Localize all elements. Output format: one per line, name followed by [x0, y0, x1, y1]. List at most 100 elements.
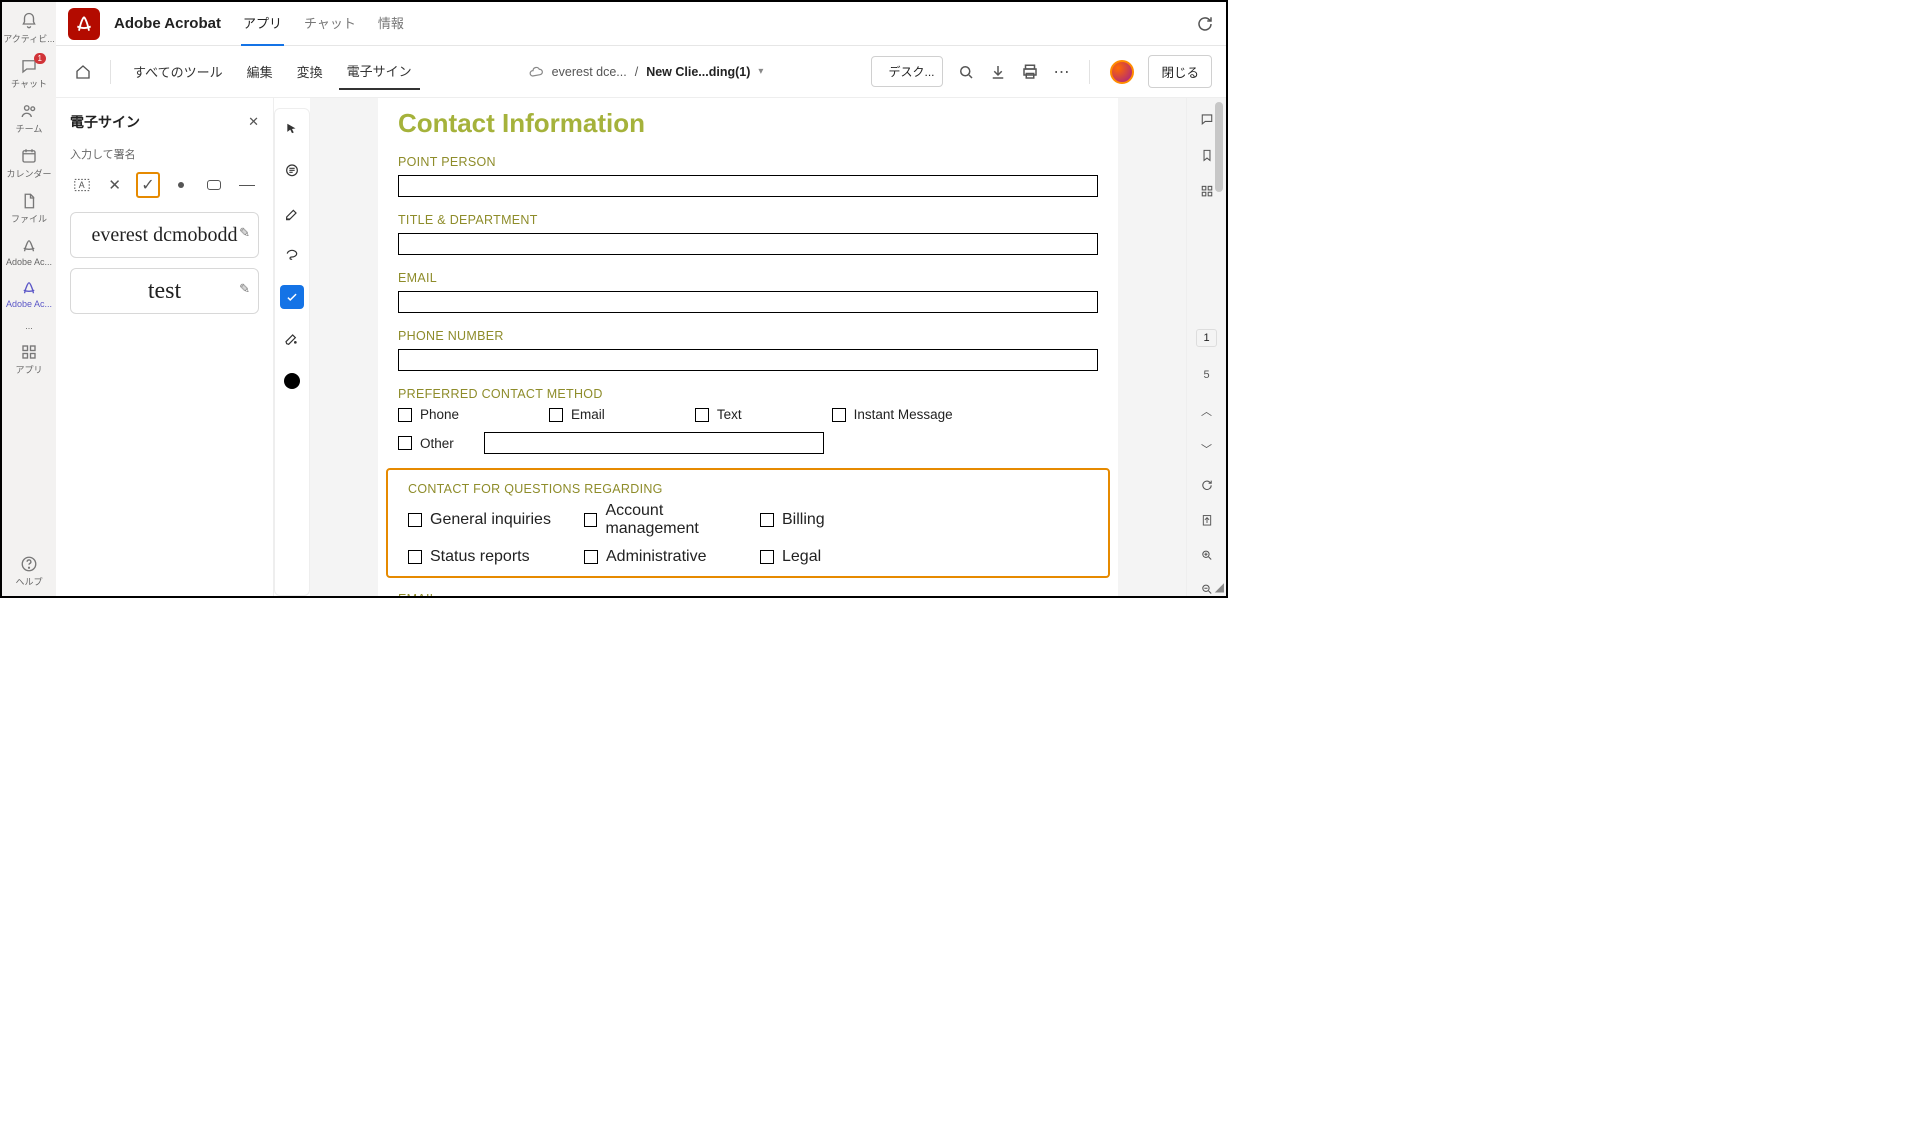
acrobat-icon [20, 279, 38, 297]
apps-icon [20, 343, 38, 361]
tool-select-icon[interactable] [280, 117, 304, 141]
rail-label: Adobe Ac... [6, 299, 52, 309]
avatar[interactable] [1110, 60, 1134, 84]
checkbox-icon [398, 408, 412, 422]
shape-textbox[interactable]: A [70, 172, 93, 198]
shape-check[interactable]: ✓ [136, 172, 160, 198]
chevron-down-icon[interactable]: ▾ [758, 66, 763, 77]
rail-teams[interactable]: チーム [2, 98, 56, 143]
checkbox-status[interactable]: Status reports [408, 548, 578, 566]
more-icon[interactable]: ⋯ [1053, 62, 1069, 82]
checkbox-email[interactable]: Email [549, 407, 605, 422]
checkbox-im[interactable]: Instant Message [832, 407, 953, 422]
field-title-dept[interactable] [398, 233, 1098, 255]
top-tabs: アプリ チャット 情報 [241, 1, 406, 46]
field-email[interactable] [398, 291, 1098, 313]
esign-title: 電子サイン [70, 112, 140, 132]
pref-row: Phone Email Text Instant Message [398, 407, 1098, 422]
field-phone[interactable] [398, 349, 1098, 371]
chevron-up-icon[interactable]: ︿ [1201, 403, 1212, 419]
checkbox-admin[interactable]: Administrative [584, 548, 754, 566]
checkbox-account[interactable]: Account management [584, 502, 754, 538]
zoom-in-icon[interactable] [1199, 549, 1215, 562]
checkbox-general[interactable]: General inquiries [408, 502, 578, 538]
canvas-scroll[interactable]: Contact Information POINT PERSON TITLE &… [310, 98, 1186, 596]
rail-calendar[interactable]: カレンダー [2, 143, 56, 188]
bookmark-icon[interactable] [1199, 148, 1215, 162]
open-desktop-button[interactable]: デスク... [871, 56, 943, 87]
checkbox-icon [398, 436, 412, 450]
cloud-icon [528, 64, 544, 80]
breadcrumb-current[interactable]: New Clie...ding(1) [646, 65, 750, 79]
chevron-down-icon[interactable]: ﹀ [1201, 441, 1212, 457]
rail-badge: 1 [34, 53, 46, 64]
field-label: TITLE & DEPARTMENT [398, 213, 1118, 227]
tool-lasso-icon[interactable] [280, 243, 304, 267]
rail-activity[interactable]: アクティビ... [2, 8, 56, 53]
shape-dot[interactable] [170, 172, 193, 198]
shape-x[interactable]: ✕ [103, 172, 126, 198]
rail-files[interactable]: ファイル [2, 188, 56, 233]
rail-acrobat-2[interactable]: Adobe Ac... [2, 275, 56, 317]
home-icon[interactable] [70, 59, 96, 85]
rotate-icon[interactable] [1199, 479, 1215, 492]
tool-comment-icon[interactable] [280, 159, 304, 183]
checkbox-text[interactable]: Text [695, 407, 742, 422]
shape-roundrect[interactable] [203, 172, 226, 198]
checkbox-icon [760, 550, 774, 564]
rail-label: ヘルプ [15, 577, 42, 587]
edit-icon[interactable]: ✎ [239, 281, 250, 297]
checkbox-billing[interactable]: Billing [760, 502, 880, 538]
checkbox-icon [695, 408, 709, 422]
tool-edit[interactable]: 編集 [239, 54, 281, 89]
signature-card-1[interactable]: everest dcmobodd ✎ [70, 212, 259, 258]
tool-convert[interactable]: 変換 [289, 54, 331, 89]
print-icon[interactable] [1021, 63, 1039, 81]
checkbox-icon [584, 550, 598, 564]
checkbox-phone[interactable]: Phone [398, 407, 459, 422]
rail-more[interactable]: ... [2, 317, 56, 339]
checkbox-legal[interactable]: Legal [760, 548, 880, 566]
checkbox-other[interactable]: Other [398, 436, 454, 451]
tab-info[interactable]: 情報 [376, 1, 406, 46]
tab-apps[interactable]: アプリ [241, 1, 284, 46]
tool-fillsign-icon[interactable] [280, 285, 304, 309]
esign-subtitle: 入力して署名 [70, 146, 259, 162]
page-fit-icon[interactable] [1199, 514, 1215, 527]
esign-shape-row: A ✕ ✓ [70, 172, 259, 198]
tab-chat[interactable]: チャット [302, 1, 358, 46]
scrollbar-thumb[interactable] [1215, 102, 1223, 192]
page-total: 5 [1203, 369, 1209, 381]
app-title: Adobe Acrobat [114, 15, 221, 32]
field-label: PHONE NUMBER [398, 329, 1118, 343]
field-other[interactable] [484, 432, 824, 454]
download-icon[interactable] [989, 63, 1007, 81]
page-current[interactable]: 1 [1196, 329, 1216, 347]
field-point-person[interactable] [398, 175, 1098, 197]
close-icon[interactable]: ✕ [248, 114, 259, 130]
comment-panel-icon[interactable] [1198, 112, 1216, 126]
edit-icon[interactable]: ✎ [239, 225, 250, 241]
resize-handle-icon[interactable]: ◢ [1215, 580, 1224, 594]
rail-chat[interactable]: 1 チャット [2, 53, 56, 98]
tool-color-icon[interactable] [280, 369, 304, 393]
esign-panel: 電子サイン ✕ 入力して署名 A ✕ ✓ everest dcmobodd ✎ [56, 98, 274, 596]
pref-other-row: Other [398, 432, 1098, 454]
rail-help[interactable]: ヘルプ [2, 551, 56, 596]
tool-draw-icon[interactable] [280, 327, 304, 351]
search-icon[interactable] [957, 63, 975, 81]
rail-acrobat-1[interactable]: Adobe Ac... [2, 233, 56, 275]
teams-rail: アクティビ... 1 チャット チーム カレンダー ファイル Adobe Ac.… [2, 2, 56, 596]
breadcrumb-owner[interactable]: everest dce... [552, 65, 627, 79]
thumbnails-icon[interactable] [1198, 184, 1216, 198]
main-column: Adobe Acrobat アプリ チャット 情報 すべてのツール 編集 変換 … [56, 2, 1226, 596]
tool-highlight-icon[interactable] [280, 201, 304, 225]
tool-esign[interactable]: 電子サイン [339, 53, 420, 90]
rail-apps[interactable]: アプリ [2, 339, 56, 384]
close-button[interactable]: 閉じる [1148, 55, 1212, 88]
reload-icon[interactable] [1196, 15, 1214, 33]
shape-line[interactable] [236, 172, 259, 198]
signature-card-2[interactable]: test ✎ [70, 268, 259, 314]
tool-all[interactable]: すべてのツール [125, 54, 231, 89]
zoom-out-icon[interactable] [1199, 583, 1215, 596]
